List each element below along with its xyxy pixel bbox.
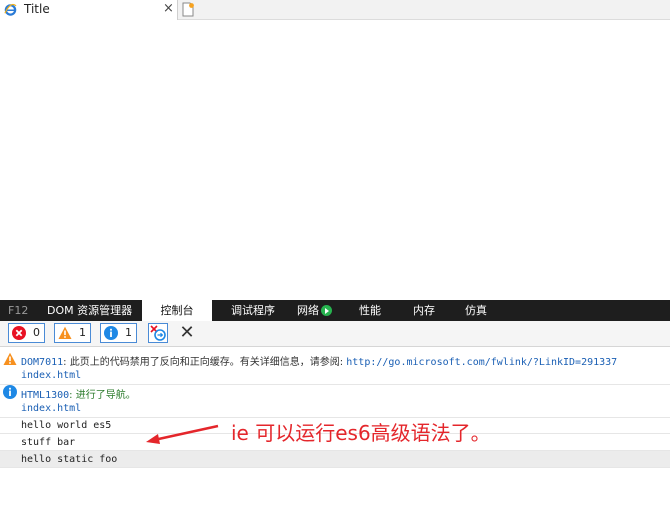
info-source-link[interactable]: index.html xyxy=(21,403,81,414)
ie-icon xyxy=(4,3,17,16)
clear-on-navigate-toggle[interactable] xyxy=(148,323,168,343)
log-text: stuff bar xyxy=(21,437,76,448)
errors-filter-button[interactable]: 0 xyxy=(8,323,45,343)
warning-code: DOM7011 xyxy=(21,357,64,368)
info-message: HTML1300: 进行了导航。 xyxy=(21,386,136,401)
info-icon xyxy=(3,385,17,399)
warnings-filter-button[interactable]: 1 xyxy=(54,323,91,343)
devtools-tab-bar: F12 DOM 资源管理器 控制台 调试程序 网络 性能 内存 仿真 xyxy=(0,300,670,321)
annotation-arrow xyxy=(146,424,219,444)
info-icon xyxy=(104,326,118,340)
info-text: : 进行了导航。 xyxy=(69,390,136,401)
tab-performance[interactable]: 性能 xyxy=(359,300,381,321)
tab-close-button[interactable]: × xyxy=(163,1,174,16)
warning-help-link[interactable]: http://go.microsoft.com/fwlink/?LinkID=2… xyxy=(346,357,617,368)
warnings-count: 1 xyxy=(79,326,86,339)
info-source-row: index.html xyxy=(0,401,670,417)
errors-count: 0 xyxy=(33,326,40,339)
console-info-row: HTML1300: 进行了导航。 xyxy=(0,384,670,401)
tab-network-label: 网络 xyxy=(297,304,319,317)
clear-console-button[interactable]: ✕ xyxy=(178,323,196,343)
console-warning-row: DOM7011: 此页上的代码禁用了反向和正向缓存。有关详细信息，请参阅: ht… xyxy=(0,351,670,368)
tab-strip: Title × xyxy=(0,0,670,20)
messages-filter-button[interactable]: 1 xyxy=(100,323,137,343)
warning-text: : 此页上的代码禁用了反向和正向缓存。有关详细信息，请参阅: xyxy=(63,357,347,368)
warning-source-link[interactable]: index.html xyxy=(21,370,81,381)
clear-on-navigate-icon xyxy=(150,325,166,341)
error-icon xyxy=(12,326,26,340)
log-text: hello world es5 xyxy=(21,420,112,431)
new-tab-icon[interactable] xyxy=(181,2,195,17)
tab-title: Title xyxy=(24,2,50,16)
warning-icon xyxy=(58,326,72,339)
warning-icon xyxy=(3,352,17,365)
console-toolbar: 0 1 1 ✕ xyxy=(0,321,670,347)
row-divider xyxy=(0,467,670,468)
info-code: HTML1300 xyxy=(21,390,70,401)
tab-network[interactable]: 网络 xyxy=(297,300,332,321)
tab-debugger[interactable]: 调试程序 xyxy=(231,300,275,321)
play-icon xyxy=(321,305,332,316)
messages-count: 1 xyxy=(125,326,132,339)
tab-dom-explorer[interactable]: DOM 资源管理器 xyxy=(47,300,132,321)
tab-console[interactable]: 控制台 xyxy=(142,300,212,321)
log-row: hello static foo xyxy=(0,451,670,467)
annotation-text: ie 可以运行es6高级语法了。 xyxy=(231,421,491,445)
browser-tab[interactable]: Title × xyxy=(0,0,178,20)
tab-emulation[interactable]: 仿真 xyxy=(465,300,487,321)
devtools-f12-label: F12 xyxy=(8,304,29,317)
tab-memory[interactable]: 内存 xyxy=(413,300,435,321)
warning-message: DOM7011: 此页上的代码禁用了反向和正向缓存。有关详细信息，请参阅: ht… xyxy=(21,353,617,368)
log-text: hello static foo xyxy=(21,454,118,465)
warning-source-row: index.html xyxy=(0,368,670,384)
